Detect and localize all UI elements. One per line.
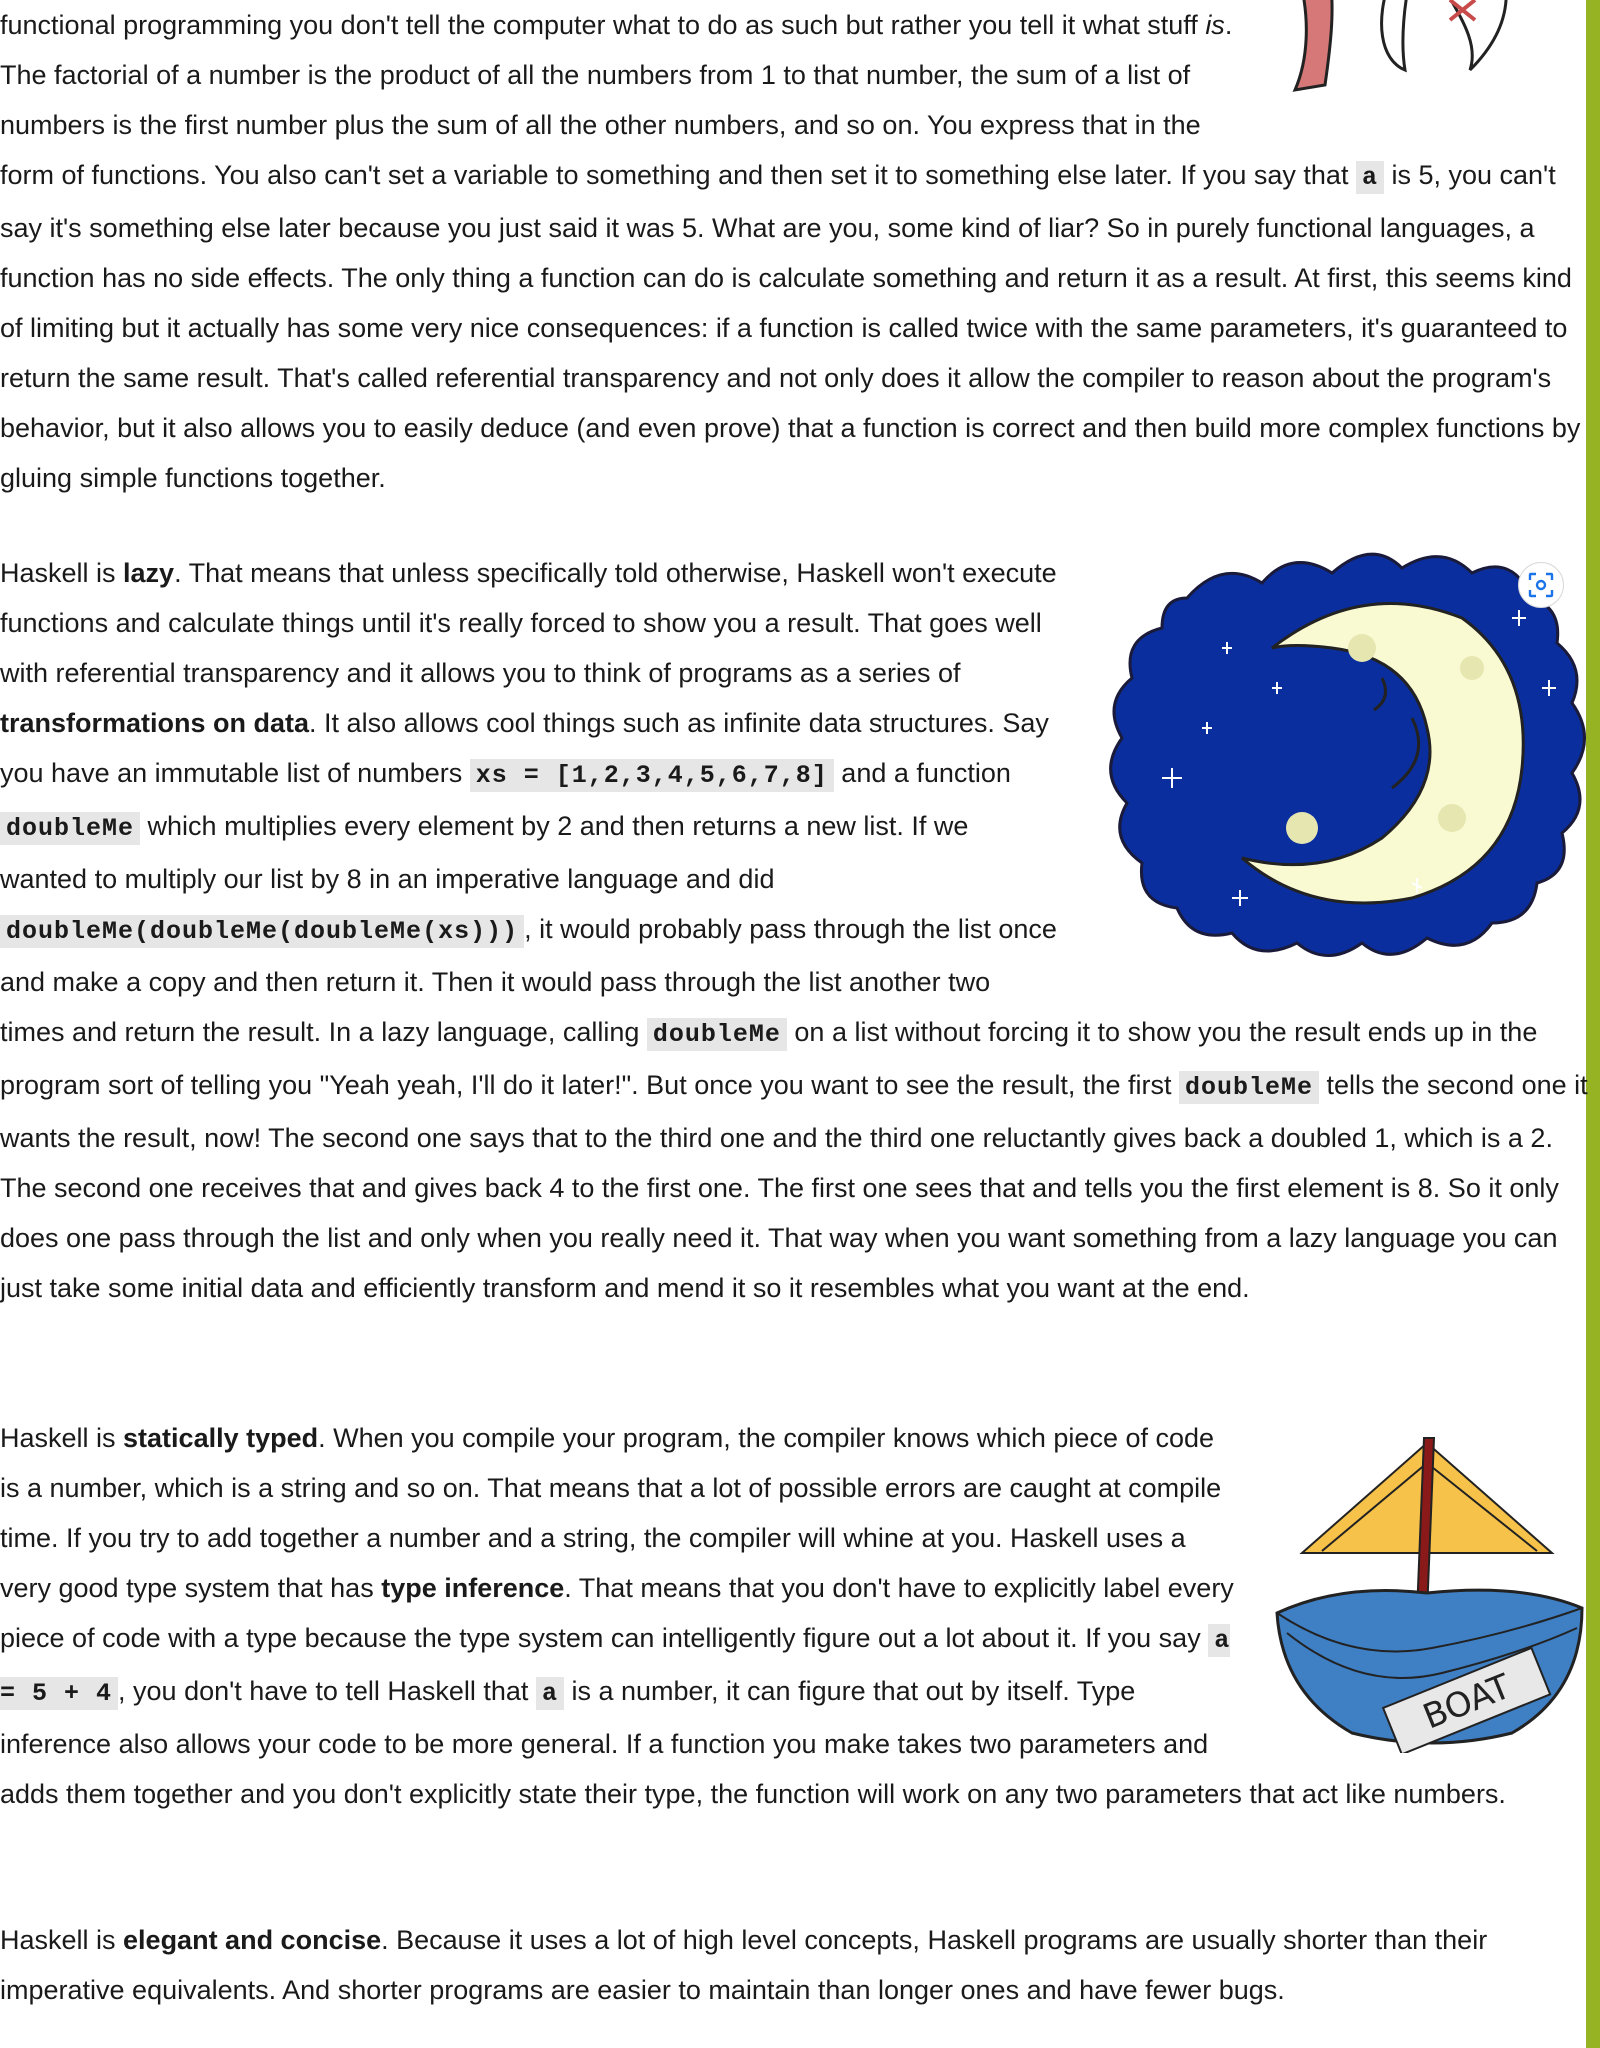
paragraph-lazy: Haskell is lazy. That means that unless … xyxy=(0,548,1592,1313)
text-span: tells the second one it wants the result… xyxy=(0,1070,1588,1303)
inline-code: doubleMe xyxy=(646,1018,787,1051)
text-span: Haskell is xyxy=(0,1925,124,1955)
inline-code: a xyxy=(1355,161,1384,194)
moon-illustration xyxy=(1092,538,1592,978)
paragraph-elegant: Haskell is elegant and concise. Because … xyxy=(0,1915,1592,2015)
text-span: is 5, you can't say it's something else … xyxy=(0,160,1581,493)
bold-type-inference: type inference xyxy=(381,1573,565,1603)
text-span: , you don't have to tell Haskell that xyxy=(118,1676,536,1706)
bold-statically-typed: statically typed xyxy=(123,1423,319,1453)
inline-code: doubleMe xyxy=(1178,1071,1319,1104)
boat-image: BOAT xyxy=(1275,1437,1584,1756)
emphasis-is: is xyxy=(1205,10,1225,40)
paragraph-functional: functional programming you don't tell th… xyxy=(0,0,1592,503)
inline-code: xs = [1,2,3,4,5,6,7,8] xyxy=(469,759,834,792)
text-span: Haskell is xyxy=(0,558,124,588)
inline-code: doubleMe xyxy=(0,812,141,845)
bold-transformations: transformations on data xyxy=(0,708,310,738)
visual-search-button[interactable] xyxy=(1518,562,1564,608)
text-span: Haskell is xyxy=(0,1423,124,1453)
moon-image xyxy=(1109,552,1586,957)
bold-elegant-concise: elegant and concise xyxy=(123,1925,382,1955)
boat-illustration: BOAT xyxy=(1262,1433,1592,1756)
scan-icon xyxy=(1528,572,1554,598)
text-span: and a function xyxy=(833,758,1011,788)
text-span: functional programming you don't tell th… xyxy=(0,10,1206,40)
inline-code: a xyxy=(535,1677,564,1710)
bold-lazy: lazy xyxy=(123,558,175,588)
inline-code: doubleMe(doubleMe(doubleMe(xs))) xyxy=(0,915,525,948)
paragraph-static-typing: BOAT Haskell is statically typed. When y… xyxy=(0,1413,1592,1819)
float-spacer xyxy=(1252,0,1592,150)
text-span: which multiplies every element by 2 and … xyxy=(0,811,969,894)
